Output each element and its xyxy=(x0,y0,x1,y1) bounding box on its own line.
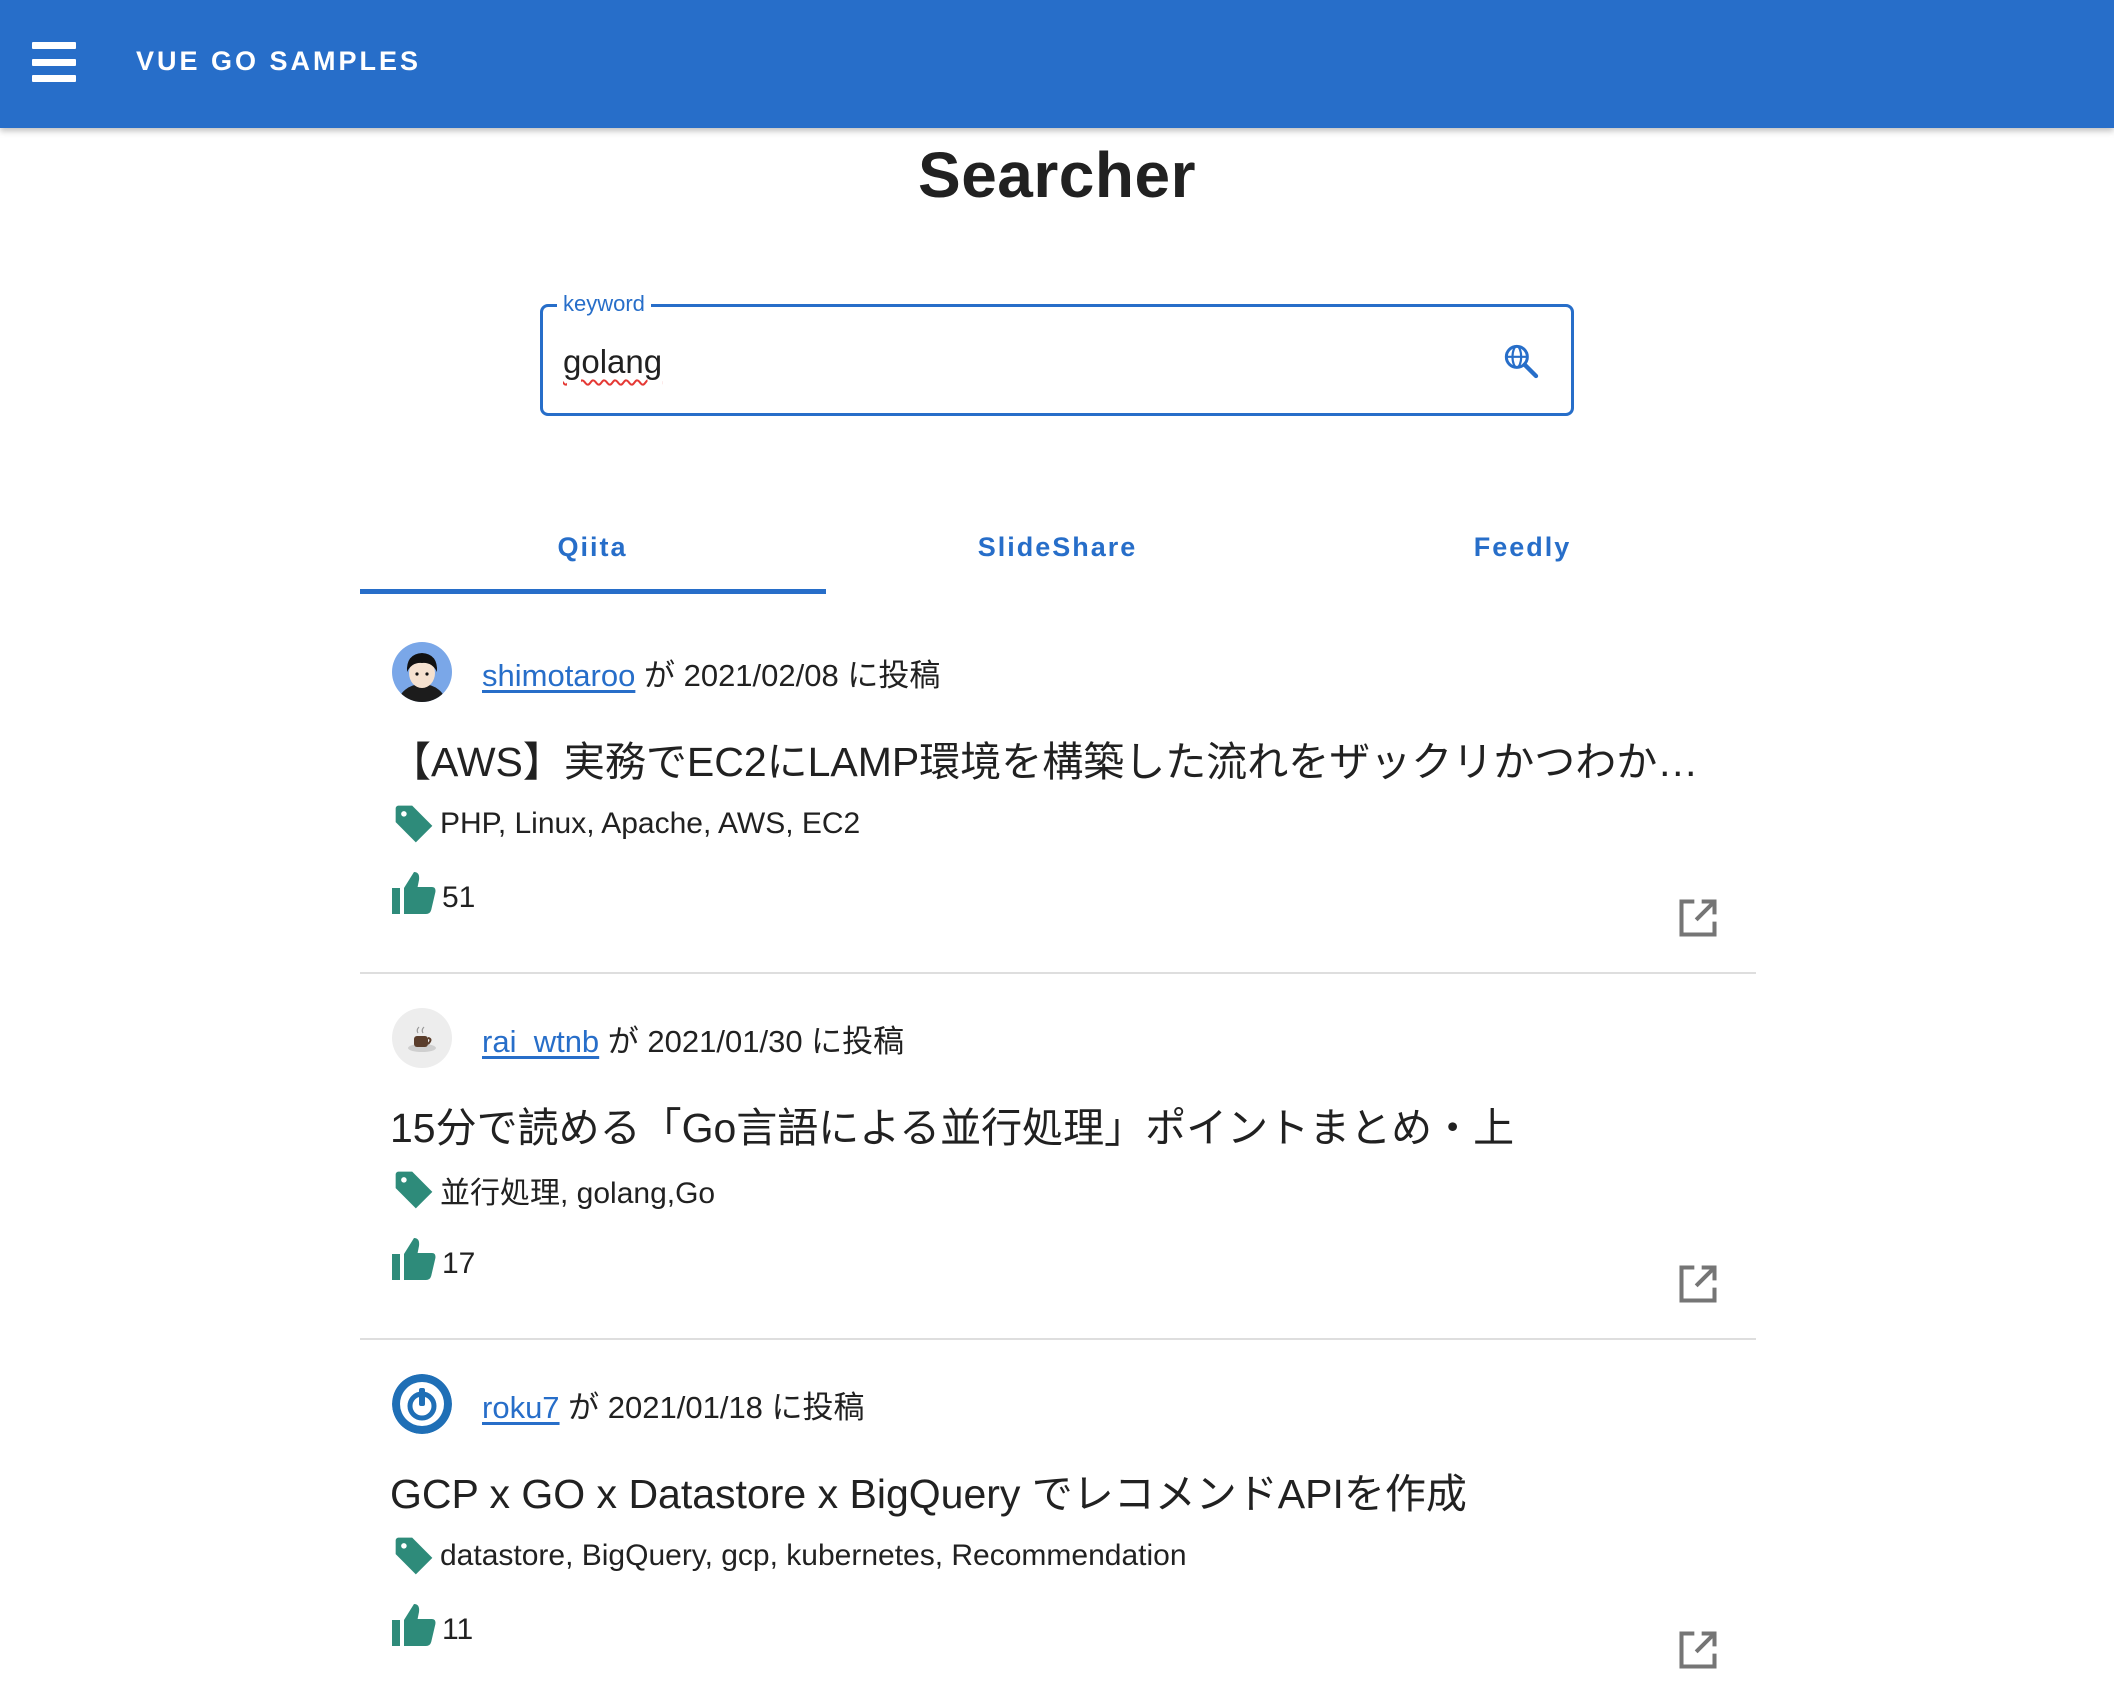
likes-count: 51 xyxy=(442,881,476,914)
tags-row: 並行処理, golang,Go xyxy=(392,1168,715,1212)
post-meta: rai_wtnb が 2021/01/30 に投稿 xyxy=(482,1016,904,1061)
author-link[interactable]: roku7 xyxy=(482,1390,560,1425)
thumb-up-icon xyxy=(392,1604,436,1646)
tag-icon xyxy=(395,805,433,843)
likes-row: 51 xyxy=(390,866,475,916)
open-in-new-icon[interactable] xyxy=(1676,1262,1720,1306)
avatar[interactable] xyxy=(392,642,452,702)
likes-count: 17 xyxy=(442,1247,476,1280)
active-tab-indicator xyxy=(360,589,826,594)
open-in-new-icon[interactable] xyxy=(1676,896,1720,940)
page-title: Searcher xyxy=(918,139,1196,211)
search-field[interactable]: keyword golang xyxy=(540,291,1574,416)
tags-text: 並行処理, golang,Go xyxy=(440,1177,716,1210)
search-label: keyword xyxy=(557,291,651,317)
app-title: VUE GO SAMPLES xyxy=(136,46,422,76)
article-title[interactable]: 15分で読める「Go言語による並行処理」ポイントまとめ・上 xyxy=(390,1094,1730,1154)
likes-count: 11 xyxy=(442,1613,474,1646)
post-meta: shimotaroo が 2021/02/08 に投稿 xyxy=(482,650,940,695)
tags-row: datastore, BigQuery, gcp, kubernetes, Re… xyxy=(392,1534,1187,1578)
thumb-up-icon xyxy=(392,872,436,914)
tags-text: PHP, Linux, Apache, AWS, EC2 xyxy=(440,807,861,840)
article-title[interactable]: GCP x GO x Datastore x BigQuery でレコメンドAP… xyxy=(390,1460,1730,1520)
post-meta: roku7 が 2021/01/18 に投稿 xyxy=(482,1382,865,1427)
tags-row: PHP, Linux, Apache, AWS, EC2 xyxy=(392,802,860,846)
app-bar: VUE GO SAMPLES xyxy=(0,0,2114,128)
search-web-icon[interactable] xyxy=(1501,341,1541,381)
hamburger-menu-icon[interactable] xyxy=(32,42,76,82)
thumb-up-icon xyxy=(392,1238,436,1280)
tab-qiita[interactable]: Qiita xyxy=(360,496,825,594)
search-input[interactable]: golang xyxy=(563,343,662,381)
tab-feedly[interactable]: Feedly xyxy=(1290,496,1755,594)
tags-text: datastore, BigQuery, gcp, kubernetes, Re… xyxy=(440,1539,1187,1572)
article-item: shimotaroo が 2021/02/08 に投稿 【AWS】実務でEC2に… xyxy=(360,608,1756,974)
article-item: rai_wtnb が 2021/01/30 に投稿 15分で読める「Go言語によ… xyxy=(360,974,1756,1340)
post-date: が 2021/01/18 に投稿 xyxy=(559,1390,865,1425)
post-date: が 2021/01/30 に投稿 xyxy=(599,1024,905,1059)
tag-icon xyxy=(395,1171,433,1209)
article-item: roku7 が 2021/01/18 に投稿 GCP x GO x Datast… xyxy=(360,1340,1756,1694)
author-link[interactable]: rai_wtnb xyxy=(482,1024,599,1059)
source-tabs: Qiita SlideShare Feedly xyxy=(360,496,1756,594)
article-title[interactable]: 【AWS】実務でEC2にLAMP環境を構築した流れをザックリかつわかりやすく xyxy=(390,728,1730,788)
tag-icon xyxy=(395,1537,433,1575)
likes-row: 11 xyxy=(390,1598,473,1648)
avatar[interactable] xyxy=(392,1374,452,1434)
post-date: が 2021/02/08 に投稿 xyxy=(635,658,941,693)
tab-slideshare[interactable]: SlideShare xyxy=(825,496,1290,594)
likes-row: 17 xyxy=(390,1232,475,1282)
avatar[interactable] xyxy=(392,1008,452,1068)
open-in-new-icon[interactable] xyxy=(1676,1628,1720,1672)
author-link[interactable]: shimotaroo xyxy=(482,658,635,693)
